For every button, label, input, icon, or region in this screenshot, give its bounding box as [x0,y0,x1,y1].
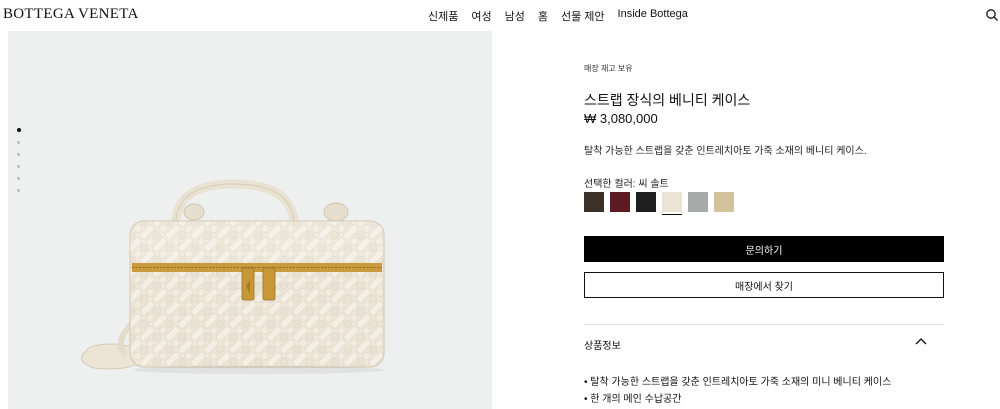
inquire-button[interactable]: 문의하기 [584,236,944,262]
gallery-dot[interactable] [17,165,20,168]
color-swatch-black[interactable] [636,192,656,212]
gallery-dot[interactable] [17,141,20,144]
site-header: BOTTEGA VENETA 신제품 여성 남성 홈 선물 제안 Inside … [0,0,1000,30]
find-in-store-button[interactable]: 매장에서 찾기 [584,272,944,298]
gallery-dot[interactable] [16,128,21,132]
gallery-dot[interactable] [17,177,20,180]
gallery-dot[interactable] [17,153,20,156]
product-details-heading[interactable]: 상품정보 [584,337,621,352]
product-title: 스트랩 장식의 베니티 케이스 [584,92,751,108]
nav-home[interactable]: 홈 [538,8,548,24]
product-description: 탈착 가능한 스트랩을 갖춘 인트레치아토 가죽 소재의 베니티 케이스. [584,146,867,157]
list-item: • 한 개의 메인 수납공간 [584,394,682,405]
gallery-pagination [16,128,21,192]
color-swatch-grey[interactable] [688,192,708,212]
list-item: • 탈착 가능한 스트랩을 갖춘 인트레치아토 가죽 소재의 미니 베니티 케이… [584,377,892,388]
selected-color-label: 선택한 컬러: 씨 솔트 [584,179,669,190]
brand-logo[interactable]: BOTTEGA VENETA [3,6,139,23]
product-details-list: • 탈착 가능한 스트랩을 갖춘 인트레치아토 가죽 소재의 미니 베니티 케이… [584,374,891,408]
chevron-up-icon[interactable] [915,336,927,346]
nav-gifts[interactable]: 선물 제안 [561,8,605,24]
section-divider [584,324,944,325]
color-swatches [584,192,734,215]
nav-inside-bottega[interactable]: Inside Bottega [618,8,688,24]
color-swatch-sea-salt[interactable] [662,192,682,215]
color-swatch-burgundy[interactable] [610,192,630,212]
stock-status: 매장 재고 보유 [584,64,633,73]
nav-men[interactable]: 남성 [505,8,525,24]
color-swatch-dark-brown[interactable] [584,192,604,212]
main-nav: 신제품 여성 남성 홈 선물 제안 Inside Bottega [428,8,701,24]
color-swatch-beige[interactable] [714,192,734,212]
product-image [81,179,385,374]
gallery-dot[interactable] [17,189,20,192]
nav-women[interactable]: 여성 [471,8,491,24]
product-price: ₩ 3,080,000 [584,111,658,126]
product-image-gallery[interactable] [8,31,492,409]
nav-new-arrivals[interactable]: 신제품 [428,8,458,24]
search-icon[interactable] [985,8,999,22]
